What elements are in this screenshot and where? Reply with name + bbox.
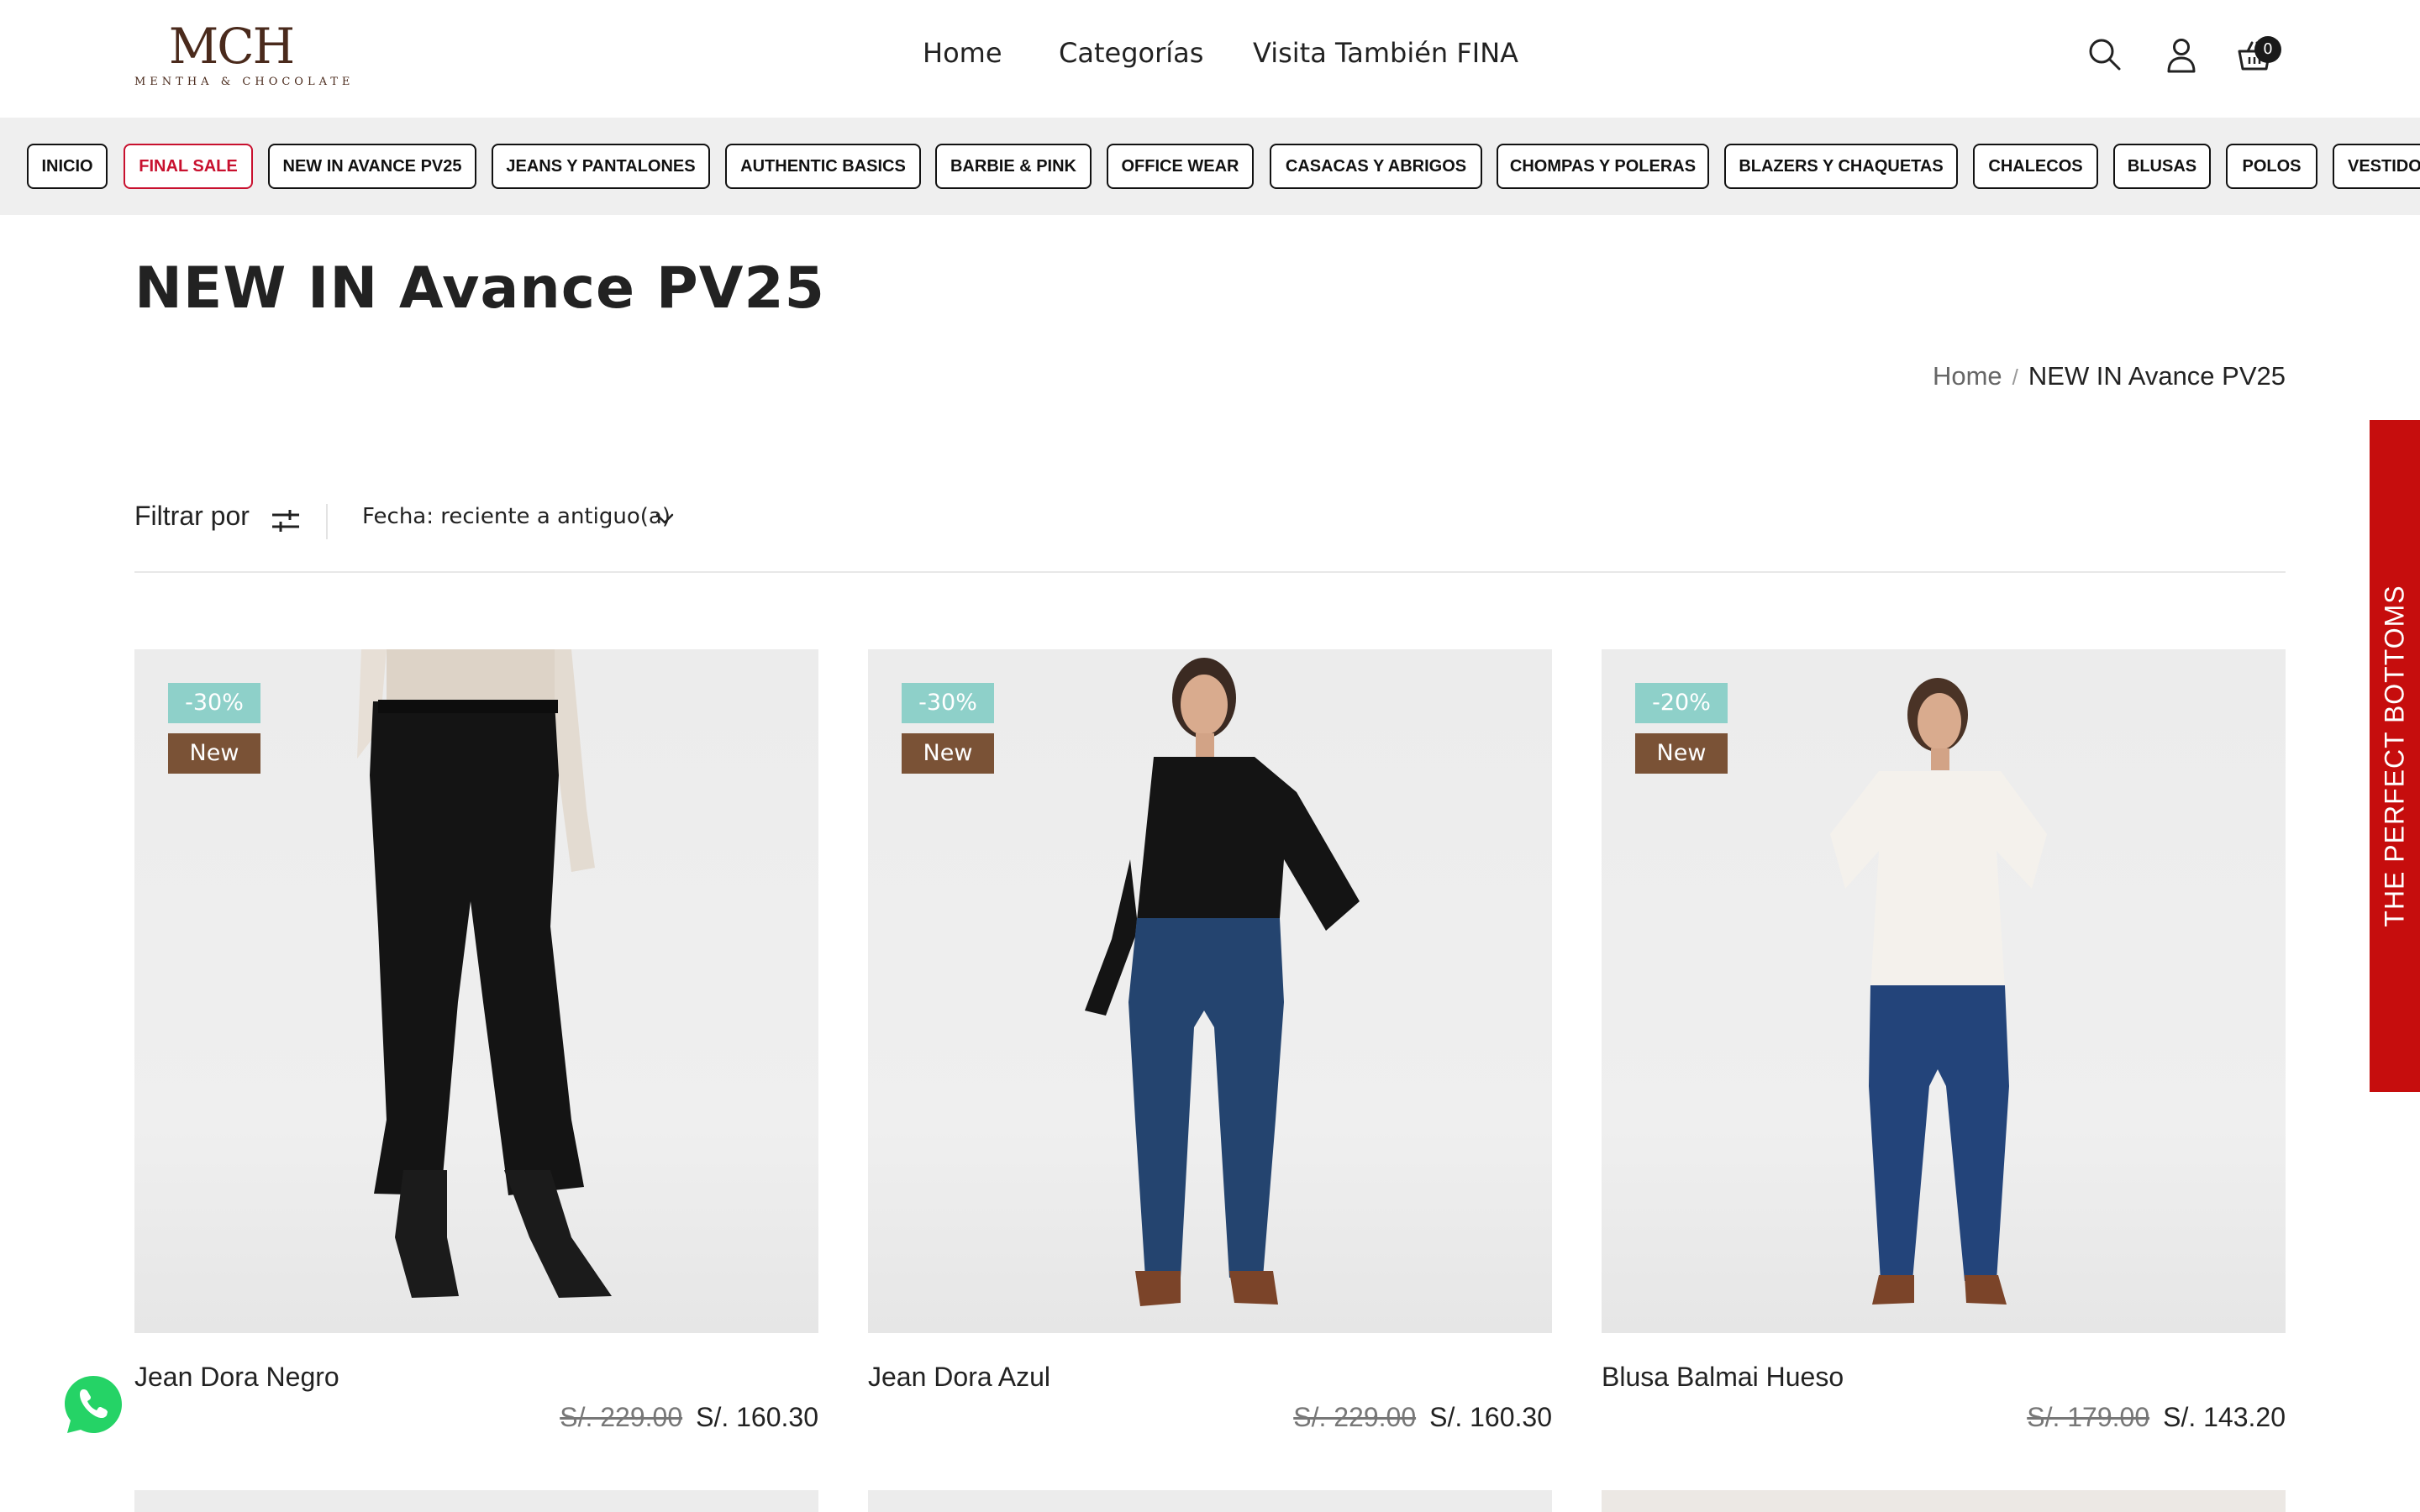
collection-toolbar: Filtrar por Fecha: reciente a antiguo(a)	[134, 501, 2286, 573]
product-name[interactable]: Jean Dora Azul	[868, 1362, 1050, 1393]
cart-count-badge: 0	[2254, 36, 2281, 63]
product-name[interactable]: Blusa Balmai Hueso	[1602, 1362, 1844, 1393]
category-blazers-y-chaquetas[interactable]: BLAZERS Y CHAQUETAS	[1724, 144, 1958, 189]
original-price: S/. 229.00	[1293, 1402, 1417, 1432]
sort-select[interactable]: Fecha: reciente a antiguo(a)	[362, 504, 671, 529]
category-final-sale[interactable]: FINAL SALE	[124, 144, 253, 189]
nav-home[interactable]: Home	[923, 37, 1002, 69]
sale-price: S/. 160.30	[1429, 1402, 1552, 1432]
search-icon[interactable]	[2086, 35, 2124, 74]
product-card-next[interactable]	[1602, 1490, 2286, 1512]
product-card: -30% New Jean Dora Azul S/. 229.00 S/. 16…	[868, 649, 1552, 1432]
product-card-next[interactable]	[868, 1490, 1552, 1512]
sale-price: S/. 160.30	[696, 1402, 818, 1432]
filter-sliders-icon	[269, 504, 302, 538]
main-nav: Home Categorías Visita También FINA	[0, 37, 2420, 79]
product-price: S/. 179.00 S/. 143.20	[2027, 1402, 2286, 1433]
new-badge: New	[1635, 733, 1728, 774]
category-vestidos[interactable]: VESTIDOS	[2333, 144, 2420, 189]
category-office-wear[interactable]: OFFICE WEAR	[1107, 144, 1254, 189]
breadcrumb-current: NEW IN Avance PV25	[2028, 361, 2286, 391]
filter-button[interactable]: Filtrar por	[134, 501, 299, 544]
product-image[interactable]: -20% New	[1602, 649, 2286, 1333]
side-promo-label: THE PERFECT BOTTOMS	[2379, 585, 2410, 927]
filter-label: Filtrar por	[134, 501, 250, 531]
discount-badge: -30%	[168, 683, 260, 723]
original-price: S/. 179.00	[2027, 1402, 2150, 1432]
product-card: -30% New Jean Dora Negro S/. 229.00 S/. 1…	[134, 649, 818, 1432]
category-chompas-y-poleras[interactable]: CHOMPAS Y POLERAS	[1497, 144, 1709, 189]
discount-badge: -30%	[902, 683, 994, 723]
original-price: S/. 229.00	[560, 1402, 683, 1432]
category-polos[interactable]: POLOS	[2226, 144, 2317, 189]
user-icon[interactable]	[2162, 35, 2201, 74]
nav-categories[interactable]: Categorías	[1059, 37, 1203, 69]
new-badge: New	[168, 733, 260, 774]
category-inicio[interactable]: INICIO	[27, 144, 108, 189]
new-badge: New	[902, 733, 994, 774]
breadcrumb: Home / NEW IN Avance PV25	[1933, 361, 2286, 391]
category-new-in-avance-pv25[interactable]: NEW IN AVANCE PV25	[268, 144, 476, 189]
product-card-next[interactable]	[134, 1490, 818, 1512]
whatsapp-icon[interactable]	[55, 1368, 131, 1443]
breadcrumb-home[interactable]: Home	[1933, 361, 2002, 391]
category-chalecos[interactable]: CHALECOS	[1973, 144, 2098, 189]
category-strip: INICIO FINAL SALE NEW IN AVANCE PV25 JEA…	[0, 118, 2420, 215]
product-price: S/. 229.00 S/. 160.30	[560, 1402, 818, 1433]
chevron-down-icon[interactable]	[652, 509, 677, 529]
toolbar-divider	[326, 504, 328, 539]
category-casacas-y-abrigos[interactable]: CASACAS Y ABRIGOS	[1270, 144, 1482, 189]
breadcrumb-separator: /	[2012, 365, 2018, 390]
category-jeans-y-pantalones[interactable]: JEANS Y PANTALONES	[492, 144, 710, 189]
product-price: S/. 229.00 S/. 160.30	[1293, 1402, 1552, 1433]
nav-visit-fina[interactable]: Visita También FINA	[1253, 37, 1518, 69]
discount-badge: -20%	[1635, 683, 1728, 723]
sale-price: S/. 143.20	[2163, 1402, 2286, 1432]
product-card: -20% New Blusa Balmai Hueso S/. 179.00 S/…	[1602, 649, 2286, 1432]
page-title: NEW IN Avance PV25	[134, 255, 825, 322]
product-name[interactable]: Jean Dora Negro	[134, 1362, 339, 1393]
side-promo-tab[interactable]: THE PERFECT BOTTOMS	[2370, 420, 2420, 1092]
product-image[interactable]: -30% New	[134, 649, 818, 1333]
product-image[interactable]: -30% New	[868, 649, 1552, 1333]
site-header: MCH MENTHA & CHOCOLATE Home Categorías V…	[0, 0, 2420, 118]
category-barbie-pink[interactable]: BARBIE & PINK	[935, 144, 1092, 189]
sort-label: Fecha: reciente a antiguo(a)	[362, 504, 671, 529]
category-authentic-basics[interactable]: AUTHENTIC BASICS	[725, 144, 921, 189]
category-blusas[interactable]: BLUSAS	[2113, 144, 2211, 189]
